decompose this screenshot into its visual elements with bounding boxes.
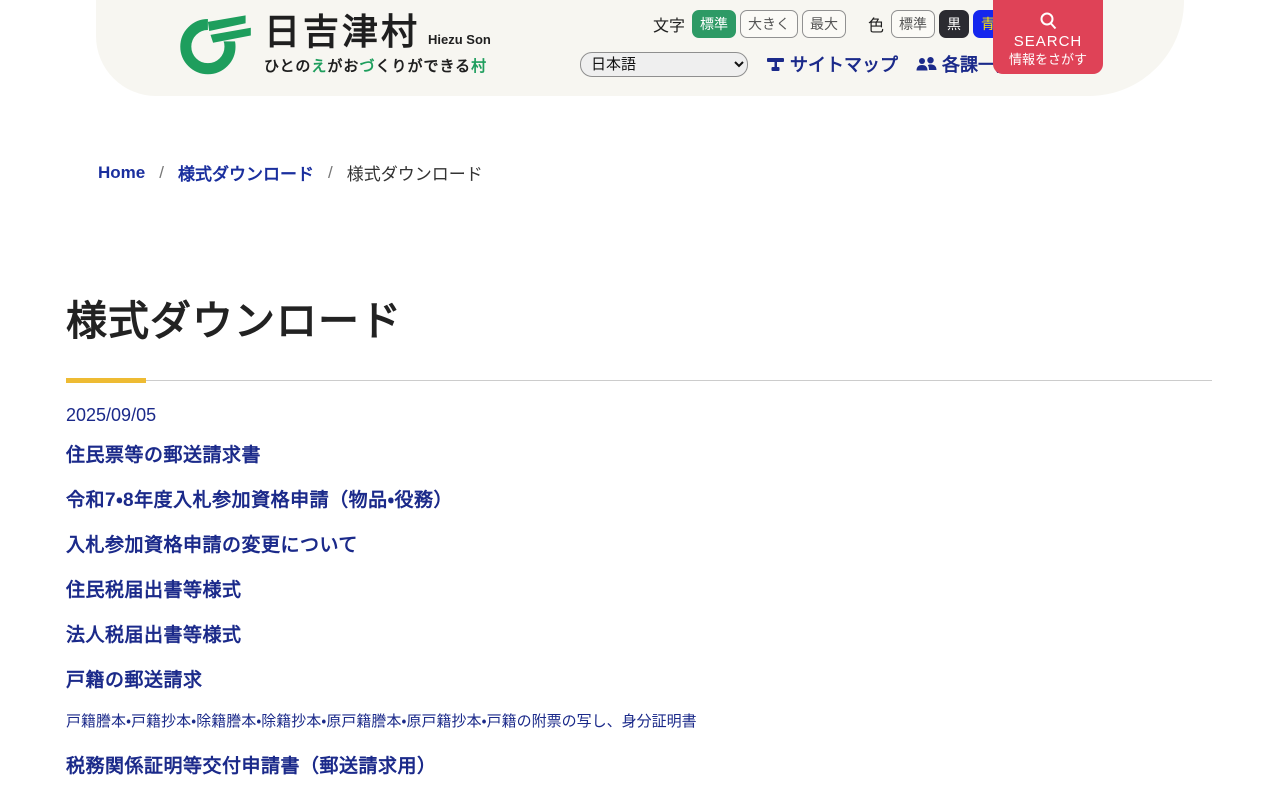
header: 日吉津村 Hiezu Son ひとのえがおづくりができる村 文字 標準 大きく … <box>96 0 1184 96</box>
publish-date: 2025/09/05 <box>66 405 157 425</box>
download-link[interactable]: 入札参加資格申請の変更について <box>66 532 358 559</box>
search-button-label: SEARCH <box>1013 33 1083 50</box>
search-icon <box>1040 12 1057 30</box>
main-content: Home / 様式ダウンロード / 様式ダウンロード 様式ダウンロード 2025… <box>0 96 1280 798</box>
sitemap-icon <box>767 58 784 71</box>
site-logo[interactable]: 日吉津村 Hiezu Son ひとのえがおづくりができる村 <box>178 6 491 82</box>
header-nav: 日本語 サイトマップ 各課一覧 <box>580 51 1014 77</box>
breadcrumb-current-page: 様式ダウンロード <box>346 165 483 184</box>
font-size-max-button[interactable]: 最大 <box>802 10 847 38</box>
font-size-label: 文字 <box>653 18 686 35</box>
sitemap-link[interactable]: サイトマップ <box>766 51 898 77</box>
breadcrumb-separator: / <box>327 162 333 182</box>
people-icon <box>916 56 937 70</box>
color-standard-button[interactable]: 標準 <box>891 10 936 38</box>
accessibility-controls: 文字 標準 大きく 最大 色 標準 黒 青 <box>646 10 1007 38</box>
download-link[interactable]: 戸籍の郵送請求 <box>66 667 203 694</box>
search-button-sublabel: 情報をさがす <box>1008 52 1087 67</box>
sitemap-label: サイトマップ <box>790 55 898 75</box>
language-select[interactable]: 日本語 <box>580 51 748 77</box>
title-divider <box>66 378 1212 383</box>
title-accent-bar <box>66 378 146 383</box>
site-tagline: ひとのえがおづくりができる村 <box>264 58 488 75</box>
color-scheme-label: 色 <box>868 18 885 35</box>
download-link[interactable]: 住民票等の郵送請求書 <box>66 442 261 469</box>
breadcrumb-home-link[interactable]: Home <box>98 163 145 183</box>
download-link[interactable]: 法人税届出書等様式 <box>66 622 242 649</box>
site-name: 日吉津村 <box>264 11 421 52</box>
download-link[interactable]: 令和7・8年度入札参加資格申請（物品・役務） <box>66 487 453 514</box>
breadcrumb-separator: / <box>159 162 164 182</box>
village-emblem-icon <box>180 11 256 75</box>
search-button[interactable]: SEARCH 情報をさがす <box>993 0 1103 74</box>
breadcrumb-category-link[interactable]: 様式ダウンロード <box>178 160 314 185</box>
site-name-en: Hiezu Son <box>428 32 491 47</box>
download-link[interactable]: 住民税届出書等様式 <box>66 577 242 604</box>
font-size-large-button[interactable]: 大きく <box>740 10 799 38</box>
breadcrumb: Home / 様式ダウンロード / 様式ダウンロード <box>66 160 1214 185</box>
font-size-standard-button[interactable]: 標準 <box>692 10 737 38</box>
koseki-note: 戸籍謄本・戸籍抄本・除籍謄本・除籍抄本・原戸籍謄本・原戸籍抄本・戸籍の附票の写し… <box>66 713 697 730</box>
download-link[interactable]: 税務関係証明等交付申請書（郵送請求用） <box>66 753 437 780</box>
page-title: 様式ダウンロード <box>66 298 402 344</box>
download-link-list: 住民票等の郵送請求書 令和7・8年度入札参加資格申請（物品・役務） 入札参加資格… <box>66 442 1214 780</box>
color-black-button[interactable]: 黒 <box>939 10 970 38</box>
